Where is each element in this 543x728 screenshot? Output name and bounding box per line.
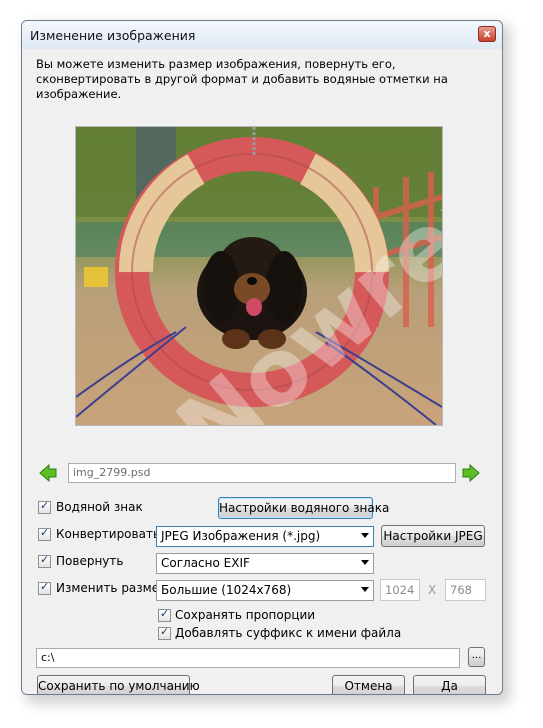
rotate-select-value: Согласно EXIF	[161, 556, 250, 570]
checkmark-icon: ✓	[40, 553, 50, 566]
chevron-down-icon	[361, 533, 369, 538]
preview-photo: Nowrep	[76, 127, 442, 425]
checkmark-icon: ✓	[40, 499, 50, 512]
convert-checkbox[interactable]: ✓	[38, 526, 51, 541]
watermark-checkbox[interactable]: ✓	[38, 499, 51, 514]
rotate-select[interactable]: Согласно EXIF	[156, 553, 374, 574]
watermark-label: Водяной знак	[56, 500, 143, 514]
format-select[interactable]: JPEG Изображения (*.jpg)	[156, 526, 374, 547]
arrow-left-icon[interactable]	[39, 464, 57, 482]
image-edit-dialog: Изменение изображения x Вы можете измени…	[21, 20, 503, 695]
image-preview: Nowrep	[75, 126, 443, 426]
resize-label: Изменить размер	[56, 581, 167, 595]
checkmark-icon: ✓	[40, 526, 50, 539]
height-input[interactable]: 768	[445, 579, 486, 601]
arrow-right-icon[interactable]	[462, 464, 480, 482]
keep-proportions-checkbox[interactable]: ✓	[158, 607, 171, 622]
browse-button[interactable]: ...	[468, 647, 485, 667]
watermark-settings-button[interactable]: Настройки водяного знака	[218, 497, 389, 519]
checkmark-icon: ✓	[40, 580, 50, 593]
size-select-value: Большие (1024x768)	[161, 583, 292, 597]
rotate-label: Повернуть	[56, 554, 124, 568]
chevron-down-icon	[361, 587, 369, 592]
save-default-button[interactable]: Сохранить по умолчанию	[37, 675, 200, 694]
convert-label: Конвертировать	[56, 527, 161, 541]
close-button[interactable]: x	[478, 26, 496, 42]
rotate-checkbox[interactable]: ✓	[38, 553, 51, 568]
keep-proportions-label: Сохранять пропорции	[175, 608, 316, 622]
description-text: Вы можете изменить размер изображения, п…	[36, 57, 448, 101]
width-input[interactable]: 1024	[380, 579, 420, 601]
output-path-field[interactable]: c:\	[36, 648, 460, 668]
dialog-body: Вы можете изменить размер изображения, п…	[22, 49, 502, 694]
jpeg-settings-button[interactable]: Настройки JPEG	[381, 525, 485, 547]
dimension-separator: X	[428, 583, 437, 597]
checkmark-icon: ✓	[160, 607, 170, 620]
ok-button[interactable]: Да	[413, 675, 486, 694]
resize-checkbox[interactable]: ✓	[38, 580, 51, 595]
title-bar: Изменение изображения x	[22, 21, 502, 50]
format-select-value: JPEG Изображения (*.jpg)	[161, 529, 321, 543]
add-suffix-label: Добавлять суффикс к имени файла	[175, 626, 402, 640]
chevron-down-icon	[361, 560, 369, 565]
add-suffix-checkbox[interactable]: ✓	[158, 625, 171, 640]
dialog-title: Изменение изображения	[30, 28, 196, 43]
filename-field[interactable]: img_2799.psd	[68, 463, 456, 483]
checkmark-icon: ✓	[160, 625, 170, 638]
size-select[interactable]: Большие (1024x768)	[156, 580, 374, 601]
cancel-button[interactable]: Отмена	[332, 675, 405, 694]
